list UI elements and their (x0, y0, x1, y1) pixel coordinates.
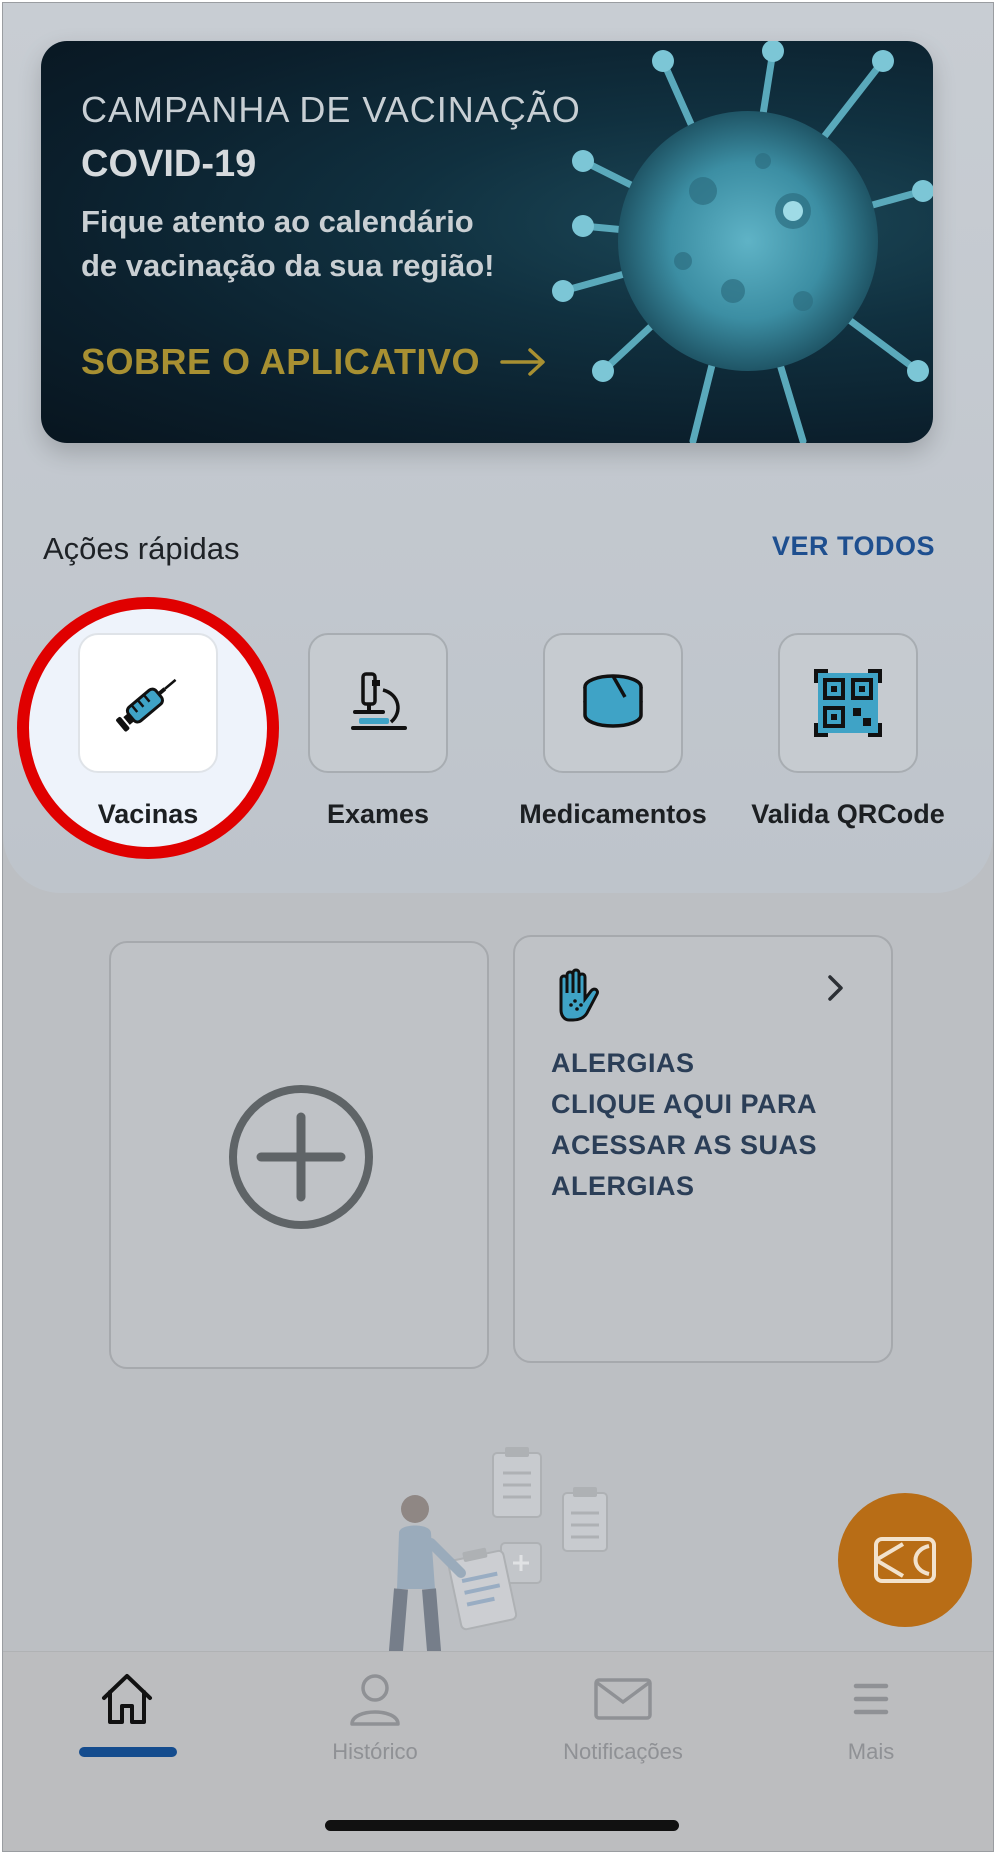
banner-line-1: Fique atento ao calendário (81, 204, 474, 239)
allergies-line-1: CLIQUE AQUI PARA (551, 1089, 818, 1119)
allergies-card[interactable]: ALERGIAS CLIQUE AQUI PARA ACESSAR AS SUA… (513, 935, 893, 1363)
hand-icon (559, 968, 599, 1022)
bottom-navigation: Histórico Notificações Mais (3, 1651, 993, 1851)
home-indicator-bar (325, 1820, 679, 1831)
banner-text: CAMPANHA DE VACINAÇÃO COVID-19 Fique ate… (81, 89, 581, 288)
mail-icon (594, 1678, 652, 1720)
nav-home[interactable] (27, 1670, 227, 1739)
nav-mais[interactable]: Mais (771, 1670, 971, 1765)
nav-notificacoes[interactable]: Notificações (523, 1670, 723, 1765)
allergies-line-3: ALERGIAS (551, 1171, 695, 1201)
about-app-label: SOBRE O APLICATIVO (81, 341, 481, 382)
qrcode-tile[interactable] (778, 633, 918, 773)
allergies-text: ALERGIAS CLIQUE AQUI PARA ACESSAR AS SUA… (551, 1043, 817, 1207)
active-tab-indicator (79, 1747, 177, 1757)
allergies-title: ALERGIAS (551, 1048, 695, 1078)
add-card[interactable] (109, 941, 489, 1369)
quick-action-medicamentos[interactable]: Medicamentos (498, 633, 728, 830)
covid-campaign-banner[interactable]: CAMPANHA DE VACINAÇÃO COVID-19 Fique ate… (41, 41, 933, 443)
chevron-right-icon (828, 975, 843, 1001)
banner-campaign-label: CAMPANHA DE VACINAÇÃO (81, 89, 581, 130)
nav-notificacoes-label: Notificações (563, 1739, 683, 1764)
card-logo-icon (874, 1537, 936, 1583)
menu-icon (853, 1683, 889, 1715)
vacinas-label: Vacinas (97, 799, 199, 829)
quick-action-exames[interactable]: Exames (263, 633, 493, 830)
quick-actions-title: Ações rápidas (43, 531, 240, 566)
top-sheet: CAMPANHA DE VACINAÇÃO COVID-19 Fique ate… (3, 3, 993, 893)
valida-qrcode-label: Valida QRCode (751, 799, 945, 829)
banner-line-2: de vacinação da sua região! (81, 248, 495, 283)
syringe-icon (116, 678, 177, 732)
pill-icon (583, 674, 643, 728)
vacinas-tile[interactable] (78, 633, 218, 773)
nav-historico-label: Histórico (332, 1739, 418, 1764)
banner-title: COVID-19 (81, 143, 257, 185)
card-fab-button[interactable] (838, 1493, 972, 1627)
plus-circle-icon (229, 1085, 373, 1229)
home-icon (102, 1674, 152, 1724)
app-screen: CAMPANHA DE VACINAÇÃO COVID-19 Fique ate… (2, 2, 994, 1852)
nav-historico[interactable]: Histórico (275, 1670, 475, 1765)
nav-mais-label: Mais (847, 1739, 895, 1764)
quick-action-vacinas[interactable]: Vacinas (33, 633, 263, 830)
quick-action-valida-qrcode[interactable]: Valida QRCode (733, 633, 963, 830)
person-icon (350, 1674, 400, 1726)
about-app-link[interactable]: SOBRE O APLICATIVO (81, 341, 546, 383)
person-documents-illustration (388, 1447, 608, 1663)
see-all-link[interactable]: VER TODOS (772, 531, 935, 562)
medicamentos-tile[interactable] (543, 633, 683, 773)
medicamentos-label: Medicamentos (519, 799, 707, 829)
exames-label: Exames (326, 799, 430, 829)
microscope-icon (351, 672, 407, 730)
allergies-line-2: ACESSAR AS SUAS (551, 1130, 818, 1160)
exames-tile[interactable] (308, 633, 448, 773)
arrow-right-icon (500, 348, 545, 376)
qrcode-icon (814, 669, 882, 737)
